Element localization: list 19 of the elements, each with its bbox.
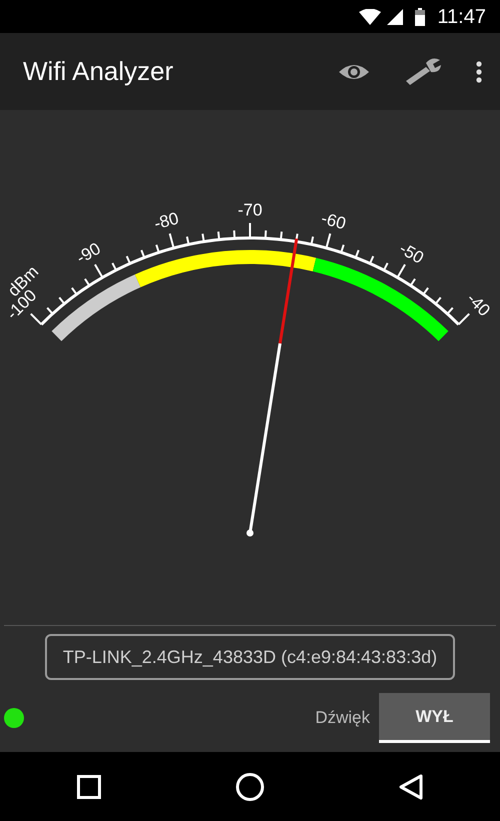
scale-label: -80 xyxy=(152,208,181,234)
scale-label: -60 xyxy=(319,208,348,234)
scale-label: -70 xyxy=(238,200,262,220)
sound-toggle[interactable]: WYŁ xyxy=(379,693,490,743)
network-label[interactable]: TP-LINK_2.4GHz_43833D (c4:e9:84:43:83:3d) xyxy=(45,634,455,680)
app-title: Wifi Analyzer xyxy=(23,55,174,88)
more-icon[interactable] xyxy=(476,60,482,82)
home-icon[interactable] xyxy=(236,772,264,800)
signal-icon xyxy=(387,8,404,24)
scale-label: -50 xyxy=(396,238,427,268)
clock: 11:47 xyxy=(437,4,486,30)
sound-label: Dźwięk xyxy=(315,707,370,730)
wrench-icon[interactable] xyxy=(404,56,442,86)
battery-icon xyxy=(415,8,426,26)
recents-icon[interactable] xyxy=(77,774,102,798)
scale-label: -40 xyxy=(463,289,494,320)
wifi-icon xyxy=(359,8,382,24)
scale-label: -90 xyxy=(73,238,104,268)
back-icon[interactable] xyxy=(398,774,423,800)
